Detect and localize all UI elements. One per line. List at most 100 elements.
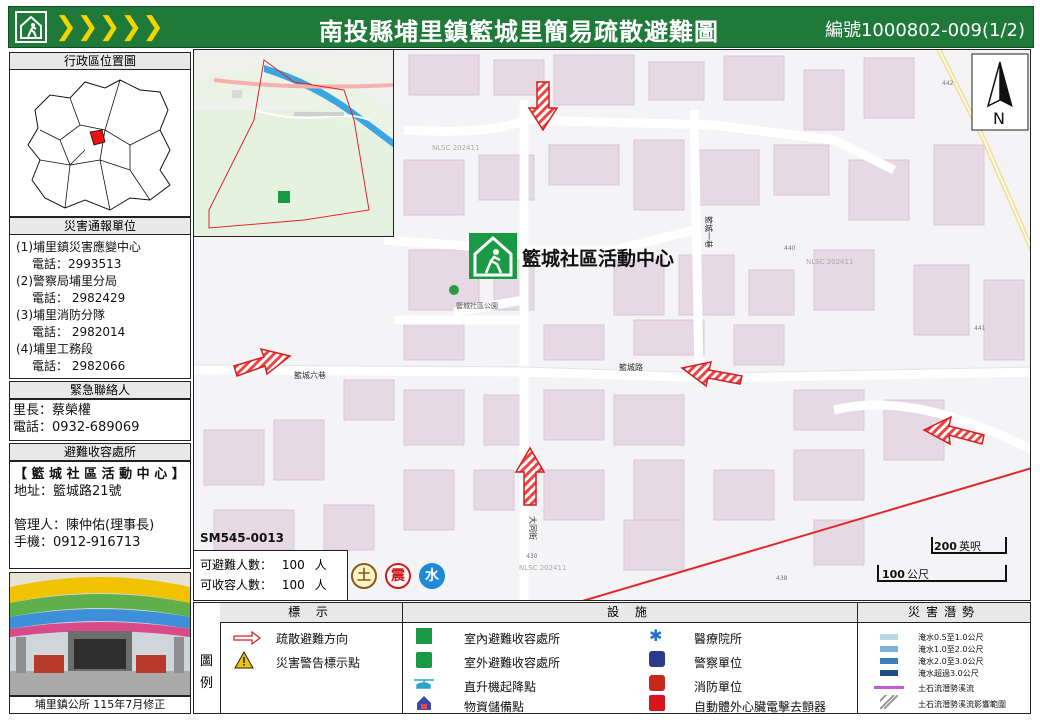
scale-value: 100: [882, 568, 905, 581]
report-unit-name: (3)埔里消防分隊: [16, 308, 105, 322]
capacity-value: 100: [281, 558, 305, 572]
flood-swatch: [880, 658, 898, 664]
chevron-arrows-icon: ❯❯❯❯❯: [55, 12, 164, 42]
scale-bar: 200 英呎 100 公尺: [877, 537, 1007, 582]
number-mark: 430: [526, 553, 538, 560]
legend-side-label: 圖例: [200, 654, 214, 691]
footer-note: 埔里鎮公所 115年7月修正: [9, 696, 191, 714]
park-label: 籃城社區公園: [456, 301, 498, 310]
chief-name: 里長：蔡榮權: [13, 403, 92, 418]
map-id: SM545-0013: [200, 531, 285, 545]
legend-label: 直升機起降點: [464, 680, 537, 694]
location-map: [9, 69, 191, 217]
chief-phone: 電話：0932-689069: [13, 420, 140, 435]
page-title: 南投縣埔里鎮籃城里簡易疏散避難圖: [319, 18, 719, 46]
shelter-manager: 管理人：陳仲佑(理事長): [14, 518, 155, 533]
evacuation-map[interactable]: 籃城社區公園 籃城六巷 籃城路 大同街 籃城一巷 NLSC 202411 NLS…: [193, 49, 1031, 601]
hazard-label: 土石流潛勢溪流影響範圍: [918, 700, 1006, 709]
police-icon: [649, 651, 665, 667]
header-bar: ❯❯❯❯❯ 南投縣埔里鎮籃城里簡易疏散避難圖 編號1000802-009(1/2…: [8, 6, 1034, 48]
report-units-list: (1)埔里鎮災害應變中心 電話：2993513 (2)警察局埔里分局 電話： 2…: [9, 234, 191, 379]
flood-hazard-icon: 水: [419, 563, 445, 589]
shelter-mobile: 手機：0912-916713: [14, 535, 141, 550]
capacity-label: 可避難人數：: [200, 558, 273, 572]
scale-value: 200: [934, 540, 957, 553]
legend-col3-title: 災害潛勢: [858, 603, 1030, 623]
shelter-logo-icon: [15, 11, 47, 43]
legend-label: 室外避難收容處所: [464, 656, 561, 670]
north-arrow-icon: N: [971, 53, 1029, 131]
shelter-box: 【 籃 城 社 區 活 動 中 心 】 地址：籃城路21號 管理人：陳仲佑(理事…: [9, 461, 191, 569]
shelter-address: 地址：籃城路21號: [14, 484, 122, 499]
earthquake-hazard-icon: 震: [385, 563, 411, 589]
number-mark: 440: [784, 245, 796, 252]
document-code: 編號1000802-009(1/2): [824, 20, 1025, 41]
legend: 圖例 標 示 設 施 災害潛勢 疏散避難方向 災害警告標示點 室內避難收容處所 …: [193, 602, 1031, 714]
warning-sign-icon: [234, 651, 254, 669]
inset-map: [194, 50, 394, 237]
flood-swatch: [880, 670, 898, 676]
flood-swatch: [880, 646, 898, 652]
legend-col1-title: 標 示: [220, 603, 403, 623]
legend-label: 警察單位: [694, 656, 743, 670]
flood-swatch: [880, 634, 898, 640]
hazard-label: 淹水1.0至2.0公尺: [918, 645, 984, 654]
legend-label: 室內避難收容處所: [464, 632, 561, 646]
nlsc-watermark: NLSC 202411: [519, 564, 566, 572]
report-unit-phone: 電話： 2982429: [32, 291, 126, 305]
legend-label: 疏散避難方向: [276, 632, 349, 646]
evacuation-arrow-icon: [233, 631, 261, 645]
nlsc-watermark: NLSC 202411: [432, 144, 479, 152]
number-mark: 441: [974, 325, 986, 332]
legend-label: 自動體外心臟電擊去顫器: [694, 700, 827, 714]
report-unit-name: (4)埔里工務段: [16, 342, 93, 356]
capacity-box: 可避難人數： 100 人 可收容人數： 100 人: [194, 550, 348, 600]
hazard-label: 淹水2.0至3.0公尺: [918, 657, 984, 666]
road-label: 籃城路: [619, 362, 643, 372]
number-mark: 438: [776, 575, 788, 582]
legend-label: 災害警告標示點: [276, 656, 361, 670]
shelter-map-icon: [469, 233, 517, 279]
outdoor-shelter-icon: [416, 652, 432, 668]
hazard-label: 淹水0.5至1.0公尺: [918, 633, 984, 642]
report-units-title: 災害通報單位: [9, 217, 191, 235]
report-unit-phone: 電話： 2982066: [32, 359, 126, 373]
shelter-title: 避難收容處所: [9, 443, 191, 461]
shelter-name: 【 籃 城 社 區 活 動 中 心 】: [14, 467, 185, 482]
location-map-title: 行政區位置圖: [9, 52, 191, 70]
evacuation-map-sheet: ❯❯❯❯❯ 南投縣埔里鎮籃城里簡易疏散避難圖 編號1000802-009(1/2…: [0, 0, 1040, 720]
supply-depot-icon: [417, 696, 431, 710]
contact-title: 緊急聯絡人: [9, 381, 191, 399]
north-label: N: [993, 109, 1005, 128]
nlsc-watermark: NLSC 202411: [806, 258, 853, 266]
shelter-photo: [9, 572, 191, 696]
debris-area-swatch: [880, 695, 898, 709]
scale-unit: 公尺: [907, 568, 929, 581]
fire-dept-icon: [649, 675, 665, 691]
scale-unit: 英呎: [959, 539, 981, 553]
road-label: 籃城六巷: [294, 370, 326, 380]
legend-label: 消防單位: [694, 680, 743, 694]
capacity-label: 可收容人數：: [200, 578, 273, 592]
number-mark: 442: [942, 80, 954, 87]
debris-stream-swatch: [874, 686, 904, 689]
shelter-map-label: 籃城社區活動中心: [522, 247, 674, 270]
aed-icon: [649, 695, 665, 711]
road-label: 大同街: [528, 516, 538, 540]
contact-box: 里長：蔡榮權 電話：0932-689069: [9, 399, 191, 441]
legend-label: 物資儲備點: [464, 700, 525, 714]
report-unit-name: (1)埔里鎮災害應變中心: [16, 240, 141, 254]
hazard-label: 土石流潛勢溪流: [918, 684, 974, 693]
medical-icon: ✱: [649, 626, 663, 645]
capacity-unit: 人: [314, 578, 327, 592]
legend-col2-title: 設 施: [403, 603, 858, 623]
landslide-hazard-icon: 土: [351, 563, 377, 589]
report-unit-phone: 電話：2993513: [32, 257, 122, 271]
capacity-value: 100: [281, 578, 305, 592]
legend-label: 醫療院所: [694, 632, 743, 646]
hazard-label: 淹水超過3.0公尺: [918, 669, 979, 678]
road-label: 籃城一巷: [704, 216, 714, 248]
capacity-unit: 人: [314, 558, 327, 572]
report-unit-name: (2)警察局埔里分局: [16, 274, 117, 288]
indoor-shelter-icon: [416, 628, 432, 644]
